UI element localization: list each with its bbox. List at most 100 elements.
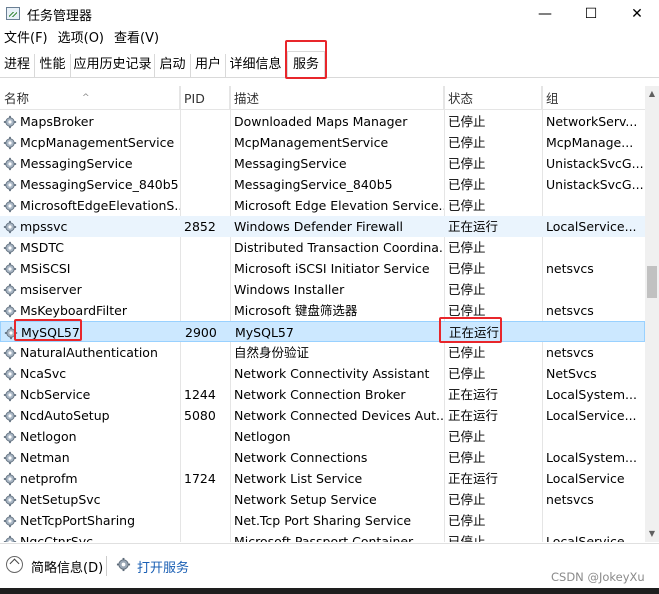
column-header-name[interactable]: 名称 ^ <box>0 86 180 110</box>
service-status: 正在运行 <box>449 325 500 340</box>
service-description: Netlogon <box>234 429 291 444</box>
service-status: 已停止 <box>448 198 486 213</box>
tab-details[interactable]: 详细信息 <box>226 54 286 78</box>
service-pid <box>180 195 230 216</box>
tab-startup[interactable]: 启动 <box>155 54 191 78</box>
table-row[interactable]: NetTcpPortSharing Net.Tcp Port Sharing Se… <box>0 510 645 531</box>
service-status: 已停止 <box>448 114 486 129</box>
tab-app-history[interactable]: 应用历史记录 <box>71 54 155 78</box>
table-row[interactable]: MessagingService MessagingService 已停止 Unist… <box>0 153 645 174</box>
service-name-text: MSDTC <box>20 240 64 255</box>
table-row[interactable]: Netman Network Connections 已停止 LocalSystem.… <box>0 447 645 468</box>
table-row[interactable]: MySQL57 2900 MySQL57 正在运行 <box>0 321 645 342</box>
service-pid <box>180 174 230 195</box>
service-description: McpManagementService <box>234 135 389 150</box>
table-row[interactable]: Netlogon Netlogon 已停止 <box>0 426 645 447</box>
table-row[interactable]: MapsBroker Downloaded Maps Manager 已停止 Netw… <box>0 111 645 132</box>
maximize-button[interactable]: ☐ <box>568 0 614 28</box>
service-description: Net.Tcp Port Sharing Service <box>234 513 412 528</box>
column-header-group[interactable]: 组 <box>542 86 645 110</box>
table-row[interactable]: NetSetupSvc Network Setup Service 已停止 netsv… <box>0 489 645 510</box>
service-group: LocalService... <box>546 219 637 234</box>
less-details-link[interactable]: 简略信息(D) <box>31 557 103 576</box>
table-row[interactable]: NcdAutoSetup 5080 Network Connected Device… <box>0 405 645 426</box>
service-group <box>542 237 645 258</box>
service-pid <box>180 300 230 321</box>
scroll-down-icon[interactable]: ▼ <box>645 526 659 542</box>
gear-icon <box>3 535 17 542</box>
gear-icon <box>3 304 17 318</box>
service-name: MessagingService <box>0 153 180 174</box>
gear-icon <box>4 326 18 340</box>
column-header-status[interactable]: 状态 <box>444 86 542 110</box>
service-description: Microsoft 键盘筛选器 <box>234 303 358 318</box>
vertical-scrollbar[interactable]: ▲ ▼ <box>645 86 659 542</box>
table-row[interactable]: mpssvc 2852 Windows Defender Firewall 正在运行 L… <box>0 216 645 237</box>
service-name-text: NetSetupSvc <box>20 492 101 507</box>
gear-icon <box>3 199 17 213</box>
service-name: NetTcpPortSharing <box>0 510 180 531</box>
service-name-text: MsKeyboardFilter <box>20 303 128 318</box>
service-description: Network Connections <box>234 450 368 465</box>
table-row[interactable]: NaturalAuthentication 自然身份验证 已停止 netsvcs <box>0 342 645 363</box>
service-pid <box>180 111 230 132</box>
menu-file[interactable]: 文件(F) <box>0 29 54 49</box>
tab-performance[interactable]: 性能 <box>35 54 71 78</box>
service-name: NcbService <box>0 384 180 405</box>
service-status: 正在运行 <box>448 387 499 402</box>
service-description: Network Connected Devices Aut... <box>234 408 444 423</box>
tab-services[interactable]: 服务 <box>287 51 325 79</box>
sort-ascending-icon: ^ <box>82 93 90 103</box>
tab-users[interactable]: 用户 <box>191 54 226 78</box>
table-row[interactable]: msiserver Windows Installer 已停止 <box>0 279 645 300</box>
service-name-text: Netlogon <box>20 429 77 444</box>
scrollbar-thumb[interactable] <box>647 266 657 298</box>
service-group: LocalService <box>546 471 625 486</box>
table-row[interactable]: netprofm 1724 Network List Service 正在运行 Loca… <box>0 468 645 489</box>
column-header-name-label: 名称 <box>4 91 30 106</box>
scroll-up-icon[interactable]: ▲ <box>645 86 659 102</box>
table-row[interactable]: MessagingService_840b5 MessagingService_8… <box>0 174 645 195</box>
service-name: NcaSvc <box>0 363 180 384</box>
table-row[interactable]: McpManagementService McpManagementService… <box>0 132 645 153</box>
service-description: Windows Installer <box>234 282 345 297</box>
service-name-text: netprofm <box>20 471 78 486</box>
column-header-pid[interactable]: PID <box>180 86 230 110</box>
service-pid <box>180 258 230 279</box>
service-description: Distributed Transaction Coordina... <box>234 240 444 255</box>
table-row[interactable]: MSiSCSI Microsoft iSCSI Initiator Service… <box>0 258 645 279</box>
table-row[interactable]: NgcCtnrSvc Microsoft Passport Container 已停… <box>0 531 645 542</box>
service-name: mpssvc <box>0 216 180 237</box>
table-row[interactable]: NcbService 1244 Network Connection Broker 正… <box>0 384 645 405</box>
chevron-up-icon[interactable] <box>6 556 23 573</box>
menu-options[interactable]: 选项(O) <box>54 29 110 49</box>
service-description: Downloaded Maps Manager <box>234 114 408 129</box>
service-status: 已停止 <box>448 534 486 542</box>
service-pid <box>180 132 230 153</box>
service-status: 已停止 <box>448 492 486 507</box>
service-group: LocalSystem... <box>546 387 637 402</box>
open-services-link[interactable]: 打开服务 <box>137 557 189 576</box>
service-name-text: McpManagementService <box>20 135 175 150</box>
minimize-button[interactable]: — <box>522 0 568 28</box>
column-header-description[interactable]: 描述 <box>230 86 444 110</box>
service-status: 已停止 <box>448 135 486 150</box>
service-group: LocalSystem... <box>546 450 637 465</box>
service-description: Network Setup Service <box>234 492 377 507</box>
service-description: Network Connectivity Assistant <box>234 366 430 381</box>
service-name-text: msiserver <box>20 282 82 297</box>
table-row[interactable]: MsKeyboardFilter Microsoft 键盘筛选器 已停止 netsvc… <box>0 300 645 321</box>
table-row[interactable]: NcaSvc Network Connectivity Assistant 已停止 N… <box>0 363 645 384</box>
service-status: 已停止 <box>448 240 486 255</box>
table-row[interactable]: MicrosoftEdgeElevationS... Microsoft Edge… <box>0 195 645 216</box>
gear-icon <box>3 346 17 360</box>
service-name-text: mpssvc <box>20 219 68 234</box>
gear-icon <box>3 514 17 528</box>
service-status: 已停止 <box>448 345 486 360</box>
table-row[interactable]: MSDTC Distributed Transaction Coordina...… <box>0 237 645 258</box>
service-pid <box>180 531 230 542</box>
service-name-text: NaturalAuthentication <box>20 345 158 360</box>
tab-processes[interactable]: 进程 <box>0 54 35 78</box>
menu-view[interactable]: 查看(V) <box>110 29 165 49</box>
close-button[interactable]: ✕ <box>614 0 659 28</box>
